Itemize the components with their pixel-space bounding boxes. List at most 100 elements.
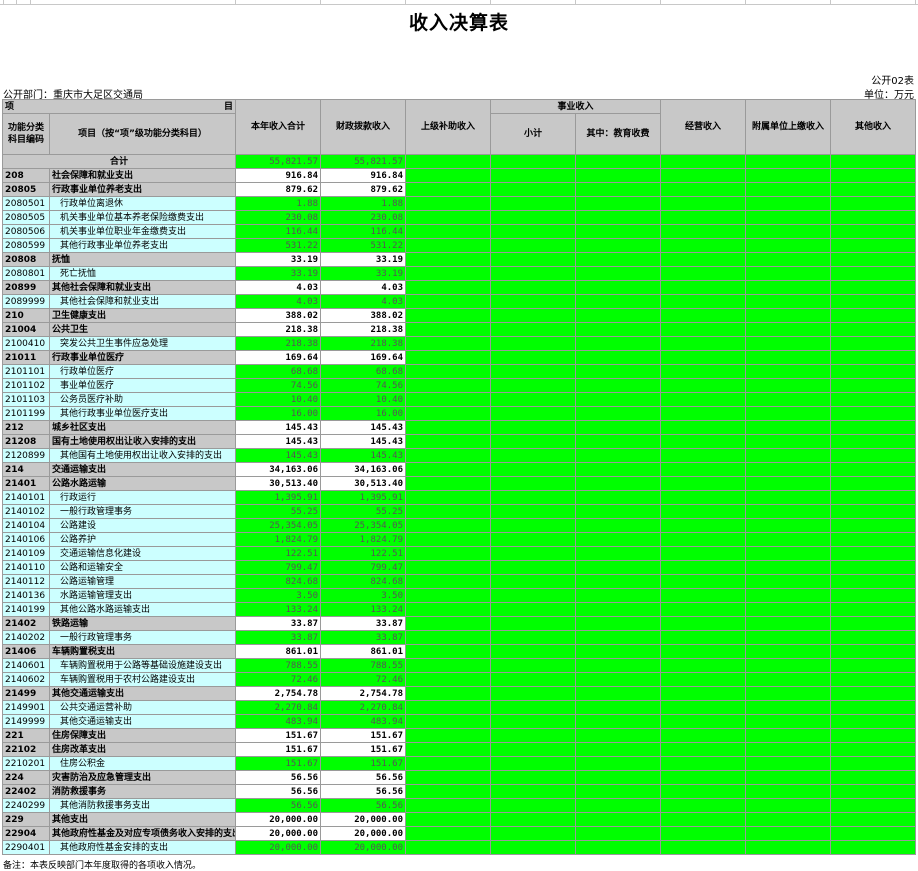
empty-cell bbox=[405, 350, 491, 365]
empty-cell bbox=[745, 532, 832, 547]
row-name: 公路水路运输 bbox=[49, 476, 236, 491]
empty-cell bbox=[574, 686, 662, 701]
empty-cell bbox=[574, 266, 662, 281]
row-code: 2140112 bbox=[2, 574, 50, 589]
row-fiscal: 4.03 bbox=[320, 280, 406, 295]
row-code: 21208 bbox=[2, 434, 50, 449]
empty-cell bbox=[660, 294, 747, 309]
row-name: 行政运行 bbox=[49, 490, 236, 505]
header-subsidy: 上级补助收入 bbox=[405, 99, 491, 155]
empty-cell bbox=[490, 420, 576, 435]
empty-cell bbox=[574, 770, 662, 785]
row-total-income: 169.64 bbox=[235, 350, 321, 365]
row-fiscal: 879.62 bbox=[320, 182, 406, 197]
empty-cell bbox=[745, 378, 832, 393]
header-career-group: 事业收入 bbox=[489, 99, 662, 114]
table-row: 221 住房保障支出 151.67 151.67 bbox=[2, 728, 917, 743]
empty-cell bbox=[405, 336, 491, 351]
empty-cell bbox=[830, 420, 917, 435]
empty-cell bbox=[405, 406, 491, 421]
empty-cell bbox=[574, 322, 662, 337]
row-code: 20805 bbox=[2, 182, 50, 197]
row-total-income: 33.19 bbox=[235, 252, 321, 267]
empty-cell bbox=[660, 812, 747, 827]
row-code: 2101102 bbox=[2, 378, 50, 393]
table-row: 2101199 其他行政事业单位医疗支出 16.00 16.00 bbox=[2, 406, 917, 421]
row-name: 一般行政管理事务 bbox=[49, 504, 236, 519]
empty-cell bbox=[745, 574, 832, 589]
table-row: 2100410 突发公共卫生事件应急处理 218.38 218.38 bbox=[2, 336, 917, 351]
row-fiscal: 151.67 bbox=[320, 728, 406, 743]
row-code: 2149999 bbox=[2, 714, 50, 729]
row-name: 事业单位医疗 bbox=[49, 378, 236, 393]
row-fiscal: 861.01 bbox=[320, 644, 406, 659]
empty-cell bbox=[830, 462, 917, 477]
empty-cell bbox=[574, 378, 662, 393]
row-name: 铁路运输 bbox=[49, 616, 236, 631]
row-code: 2140109 bbox=[2, 546, 50, 561]
empty-cell bbox=[660, 490, 747, 505]
empty-cell bbox=[745, 588, 832, 603]
empty-cell bbox=[405, 504, 491, 519]
empty-cell bbox=[660, 826, 747, 841]
footnote: 备注：本表反映部门本年度取得的各项收入情况。 bbox=[3, 861, 202, 871]
row-code: 2101199 bbox=[2, 406, 50, 421]
empty-cell bbox=[405, 700, 491, 715]
empty-cell bbox=[405, 490, 491, 505]
empty-cell bbox=[574, 840, 662, 855]
empty-cell bbox=[405, 532, 491, 547]
header-item: 项 目 bbox=[2, 99, 236, 114]
row-code: 2080599 bbox=[2, 238, 50, 253]
row-fiscal: 133.24 bbox=[320, 602, 406, 617]
empty-cell bbox=[405, 168, 491, 183]
empty-cell bbox=[745, 742, 832, 757]
row-code: 2120899 bbox=[2, 448, 50, 463]
empty-cell bbox=[405, 238, 491, 253]
empty-cell bbox=[745, 770, 832, 785]
row-name: 其他消防救援事务支出 bbox=[49, 798, 236, 813]
empty-cell bbox=[745, 546, 832, 561]
row-fiscal: 799.47 bbox=[320, 560, 406, 575]
empty-cell bbox=[745, 238, 832, 253]
row-code: 2210201 bbox=[2, 756, 50, 771]
table-row: 2140102 一般行政管理事务 55.25 55.25 bbox=[2, 504, 917, 519]
row-fiscal: 230.08 bbox=[320, 210, 406, 225]
header-code: 功能分类科目编码 bbox=[2, 113, 50, 155]
empty-cell bbox=[490, 252, 576, 267]
row-name: 其他政府性基金及对应专项债务收入安排的支出 bbox=[49, 826, 236, 841]
row-total-income: 68.68 bbox=[235, 364, 321, 379]
empty-cell bbox=[830, 798, 917, 813]
empty-cell bbox=[660, 406, 747, 421]
table-row: 224 灾害防治及应急管理支出 56.56 56.56 bbox=[2, 770, 917, 785]
row-code: 2140104 bbox=[2, 518, 50, 533]
row-code: 2100410 bbox=[2, 336, 50, 351]
row-total-income: 824.68 bbox=[235, 574, 321, 589]
empty-cell bbox=[490, 700, 576, 715]
empty-cell bbox=[745, 280, 832, 295]
empty-cell bbox=[490, 280, 576, 295]
empty-cell bbox=[830, 322, 917, 337]
table-row: 2101102 事业单位医疗 74.56 74.56 bbox=[2, 378, 917, 393]
empty-cell bbox=[830, 812, 917, 827]
empty-cell bbox=[490, 308, 576, 323]
empty-cell bbox=[830, 616, 917, 631]
table-row: 2140101 行政运行 1,395.91 1,395.91 bbox=[2, 490, 917, 505]
row-fiscal: 122.51 bbox=[320, 546, 406, 561]
table-row: 2080501 行政单位离退休 1.88 1.88 bbox=[2, 196, 917, 211]
empty-cell bbox=[745, 182, 832, 197]
row-name: 住房保障支出 bbox=[49, 728, 236, 743]
empty-cell bbox=[745, 196, 832, 211]
table-row: 2210201 住房公积金 151.67 151.67 bbox=[2, 756, 917, 771]
empty-cell bbox=[830, 504, 917, 519]
row-name: 其他交通运输支出 bbox=[49, 714, 236, 729]
row-fiscal: 72.46 bbox=[320, 672, 406, 687]
table-row: 2140112 公路运输管理 824.68 824.68 bbox=[2, 574, 917, 589]
row-total-income: 56.56 bbox=[235, 770, 321, 785]
table-row: 2140110 公路和运输安全 799.47 799.47 bbox=[2, 560, 917, 575]
empty-cell bbox=[830, 728, 917, 743]
empty-cell bbox=[490, 756, 576, 771]
empty-cell bbox=[574, 196, 662, 211]
header-career-edu: 其中：教育收费 bbox=[574, 113, 662, 155]
empty-cell bbox=[745, 210, 832, 225]
row-total-income: 20,000.00 bbox=[235, 826, 321, 841]
